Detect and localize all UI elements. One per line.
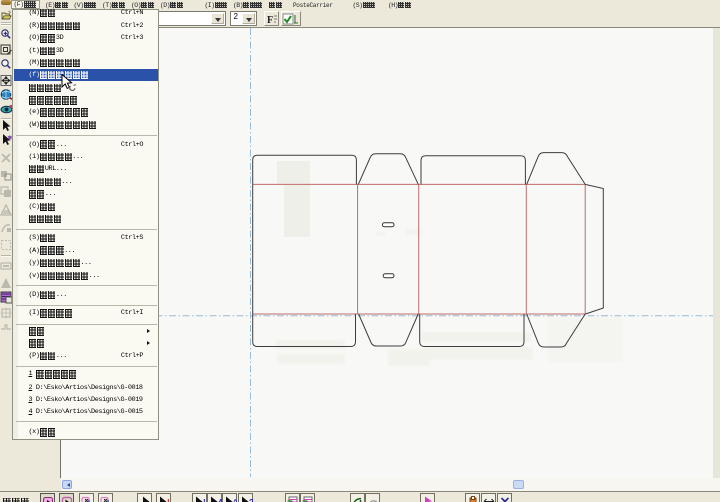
- svg-text:!: !: [167, 498, 170, 502]
- svg-text:^: ^: [233, 498, 237, 502]
- svg-text:!: !: [203, 498, 206, 502]
- svg-text:?: ?: [249, 498, 253, 502]
- svg-text:4: 4: [218, 498, 222, 502]
- svg-text:F: F: [267, 15, 273, 25]
